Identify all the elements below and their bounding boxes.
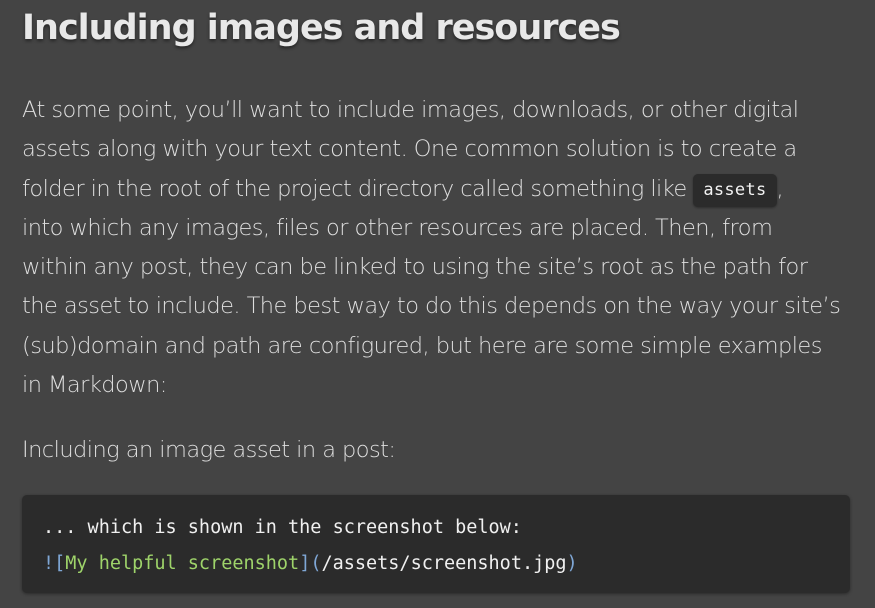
paragraph-line: folder in the root of the project direct… (22, 170, 862, 209)
code-token-open-bracket: [ (54, 553, 66, 574)
section-heading: Including images and resources (22, 8, 621, 48)
code-line-comment: ... which is shown in the screenshot bel… (43, 517, 522, 538)
paragraph-line: assets along with your text content. One… (22, 136, 797, 163)
example-intro: Including an image asset in a post: (22, 437, 396, 463)
inline-code-assets: assets (693, 173, 777, 207)
paragraph-line: into which any images, files or other re… (22, 214, 773, 241)
code-token-bracket-paren: ]( (299, 553, 322, 574)
paragraph-text: folder in the root of the project direct… (22, 175, 694, 202)
code-line-markdown: ![My helpful screenshot](/assets/screens… (43, 546, 850, 582)
paragraph-line: At some point, you’ll want to include im… (22, 97, 799, 123)
paragraph-line: the asset to include. The best way to do… (22, 293, 841, 320)
paragraph-line: in Markdown: (22, 372, 167, 399)
paragraph-line: (sub)domain and path are configured, but… (22, 332, 822, 359)
paragraph-text: , (776, 175, 784, 202)
code-token-bang: ! (43, 553, 55, 574)
code-token-close-paren: ) (566, 553, 578, 574)
paragraph-line: within any post, they can be linked to u… (22, 254, 808, 281)
code-token-alt-text: My helpful screenshot (65, 553, 300, 574)
code-block: ... which is shown in the screenshot bel… (22, 495, 850, 593)
body-paragraph: At some point, you’ll want to include im… (22, 91, 862, 405)
code-token-url: /assets/screenshot.jpg (321, 553, 567, 574)
